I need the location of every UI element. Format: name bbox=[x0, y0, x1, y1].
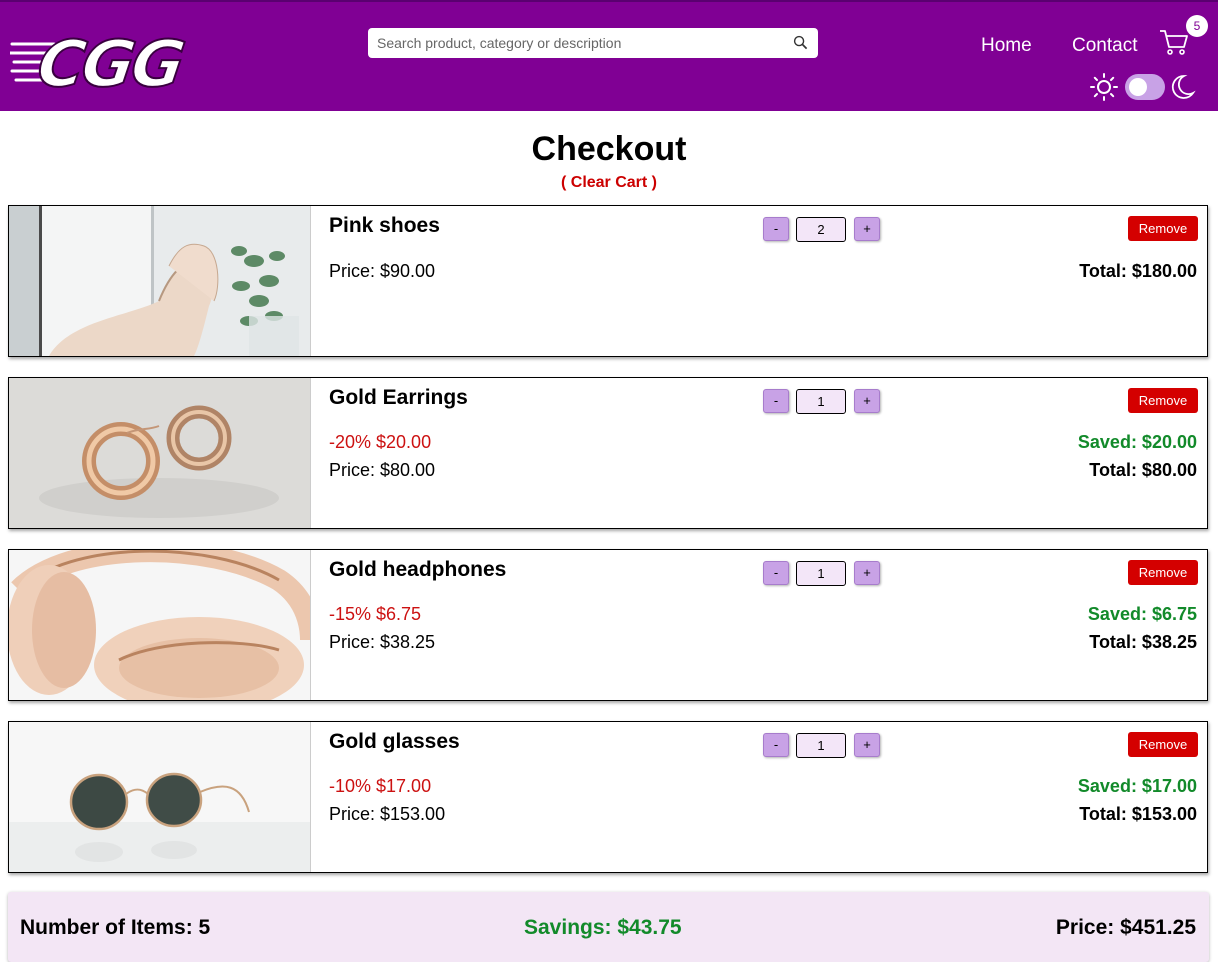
svg-text:CGG: CGG bbox=[33, 27, 188, 94]
increase-button[interactable]: + bbox=[854, 389, 880, 413]
item-saved: Saved: $17.00 bbox=[1077, 776, 1197, 796]
summary-price: Price: $451.25 bbox=[1055, 916, 1196, 939]
cart-item: Pink shoes Price: $90.00 - 2 + Remove To… bbox=[8, 205, 1208, 357]
increase-button[interactable]: + bbox=[854, 733, 880, 757]
page-title: Checkout bbox=[531, 130, 687, 168]
decrease-button[interactable]: - bbox=[763, 561, 789, 585]
item-price: Price: $38.25 bbox=[329, 632, 436, 652]
remove-button[interactable]: Remove bbox=[1128, 388, 1198, 413]
top-navbar: CGG Home Contact 5 bbox=[0, 0, 1218, 111]
item-total: Total: $180.00 bbox=[1079, 261, 1197, 281]
item-saved: Saved: $20.00 bbox=[1077, 432, 1197, 452]
quantity-stepper: - 1 + bbox=[763, 561, 883, 587]
quantity-field[interactable]: 2 bbox=[796, 217, 846, 242]
search-bar bbox=[368, 28, 818, 58]
cgg-logo[interactable]: CGG bbox=[10, 24, 232, 94]
remove-button[interactable]: Remove bbox=[1128, 732, 1198, 757]
quantity-field[interactable]: 1 bbox=[796, 733, 846, 758]
item-price: Price: $153.00 bbox=[329, 804, 446, 824]
order-summary: Number of Items: 5 Savings: $43.75 Price… bbox=[8, 892, 1209, 962]
increase-button[interactable]: + bbox=[854, 217, 880, 241]
cart-item: Gold headphones -15% $6.75 Price: $38.25… bbox=[8, 549, 1208, 701]
item-price: Price: $80.00 bbox=[329, 460, 436, 480]
item-total: Total: $80.00 bbox=[1089, 460, 1197, 480]
item-total: Total: $38.25 bbox=[1089, 632, 1197, 652]
remove-button[interactable]: Remove bbox=[1128, 560, 1198, 585]
search-input[interactable] bbox=[368, 28, 778, 58]
theme-toggle[interactable] bbox=[1125, 74, 1165, 100]
earrings-image bbox=[9, 378, 311, 528]
summary-savings: Savings: $43.75 bbox=[524, 916, 682, 939]
quantity-field[interactable]: 1 bbox=[796, 389, 846, 414]
item-discount: -20% $20.00 bbox=[329, 432, 432, 452]
item-name: Pink shoes bbox=[329, 214, 440, 237]
headphones-image bbox=[9, 550, 311, 700]
search-icon[interactable] bbox=[793, 35, 808, 50]
toggle-knob bbox=[1129, 78, 1147, 96]
quantity-stepper: - 1 + bbox=[763, 733, 883, 759]
quantity-stepper: - 1 + bbox=[763, 389, 883, 415]
quantity-stepper: - 2 + bbox=[763, 217, 883, 243]
summary-item-count: Number of Items: 5 bbox=[20, 916, 211, 939]
decrease-button[interactable]: - bbox=[763, 389, 789, 413]
nav-contact[interactable]: Contact bbox=[1072, 35, 1137, 57]
item-name: Gold headphones bbox=[329, 558, 507, 581]
item-total: Total: $153.00 bbox=[1079, 804, 1197, 824]
decrease-button[interactable]: - bbox=[763, 217, 789, 241]
item-price: Price: $90.00 bbox=[329, 261, 436, 281]
nav-home[interactable]: Home bbox=[981, 35, 1032, 57]
item-saved: Saved: $6.75 bbox=[1087, 604, 1197, 624]
sun-icon bbox=[1090, 73, 1118, 101]
item-discount: -15% $6.75 bbox=[329, 604, 422, 624]
clear-cart-link[interactable]: ( Clear Cart ) bbox=[0, 174, 1218, 192]
increase-button[interactable]: + bbox=[854, 561, 880, 585]
item-discount: -10% $17.00 bbox=[329, 776, 432, 796]
shoes-image bbox=[9, 206, 311, 356]
quantity-field[interactable]: 1 bbox=[796, 561, 846, 586]
item-name: Gold Earrings bbox=[329, 386, 468, 409]
cart-icon[interactable] bbox=[1158, 26, 1190, 58]
cart-item: Gold Earrings -20% $20.00 Price: $80.00 … bbox=[8, 377, 1208, 529]
remove-button[interactable]: Remove bbox=[1128, 216, 1198, 241]
item-name: Gold glasses bbox=[329, 730, 460, 753]
cart-count-badge: 5 bbox=[1186, 15, 1208, 37]
glasses-image bbox=[9, 722, 311, 872]
decrease-button[interactable]: - bbox=[763, 733, 789, 757]
moon-icon bbox=[1171, 75, 1196, 99]
cart-item: Gold glasses -10% $17.00 Price: $153.00 … bbox=[8, 721, 1208, 873]
